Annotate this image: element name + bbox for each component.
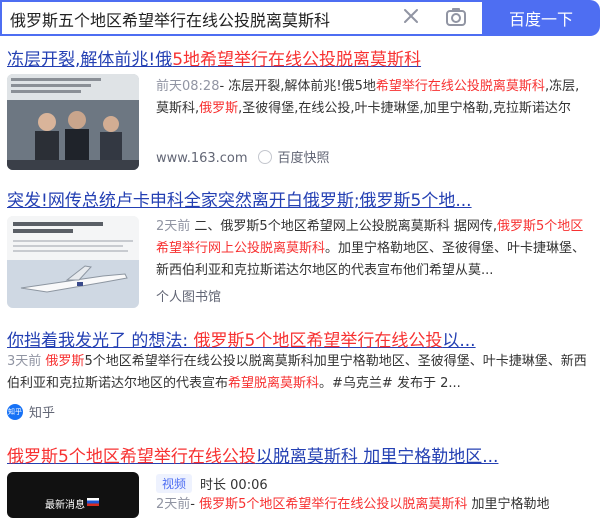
result-1-snippet: 前天08:28- 冻层开裂,解体前兆!俄5地希望举行在线公投脱离莫斯科,冻层,莫… — [156, 76, 592, 120]
result-2-snippet: 2天前 二、俄罗斯5个地区希望网上公投脱离莫斯科 据网传,俄罗斯5个地区希望举行… — [156, 216, 592, 282]
snippet-text: - — [190, 497, 200, 512]
source-name[interactable]: 知乎 — [29, 402, 55, 421]
snippet-text: - 冻层开裂,解体前兆!俄5地 — [219, 79, 376, 94]
clear-icon[interactable] — [400, 5, 422, 27]
result-4-title-text[interactable]: 以脱离莫斯科 — [256, 447, 358, 467]
result-1-title-text[interactable]: 冻层开裂,解体前兆!俄 — [7, 50, 172, 70]
russia-flag-icon — [87, 498, 99, 506]
result-1-title-highlight[interactable]: 希望举行在线公投脱离莫斯科 — [200, 50, 421, 70]
result-3-title[interactable]: 你挡着我发光了 的想法: 俄罗斯5个地区希望举行在线公投以... — [7, 326, 597, 351]
result-1-title[interactable]: 冻层开裂,解体前兆!俄5地希望举行在线公投脱离莫斯科 — [7, 45, 597, 70]
result-1-thumbnail[interactable] — [7, 74, 139, 170]
result-3-source[interactable]: 知乎 知乎 — [7, 402, 55, 421]
result-3-snippet: 3天前 俄罗斯5个地区希望举行在线公投以脱离莫斯科加里宁格勒地区、圣彼得堡、叶卡… — [7, 351, 592, 395]
search-button[interactable]: 百度一下 — [482, 0, 600, 36]
source-domain[interactable]: www.163.com — [156, 151, 248, 166]
video-duration: 时长 00:06 — [200, 478, 268, 493]
result-4-title-highlight[interactable]: 俄罗斯5个地区希望举行在线公投 — [7, 447, 256, 467]
snippet-highlight: 希望脱离莫斯科 — [228, 376, 320, 391]
snippet-text: ,圣彼得堡,在线公投,叶卡捷琳堡,加里宁格勒,克拉斯诺达尔 — [238, 101, 571, 116]
result-2-source[interactable]: 个人图书馆 — [156, 286, 221, 305]
result-3-title-text[interactable]: 以... — [442, 331, 475, 351]
airplane-article-image — [7, 216, 139, 308]
result-2-thumbnail[interactable] — [7, 216, 139, 308]
result-4-video-meta: 视频 时长 00:06 — [156, 474, 268, 493]
result-4-date: 2天前 — [156, 497, 191, 512]
video-badge: 视频 — [156, 474, 193, 493]
snippet-highlight: 希望举行在线公投脱离莫斯科 — [375, 79, 545, 94]
result-4-snippet: 2天前- 俄罗斯5个地区希望举行在线公投以脱离莫斯科 加里宁格勒地 — [156, 494, 592, 516]
result-4-video-thumbnail[interactable]: 最新消息 — [7, 472, 139, 518]
snippet-text: 二、俄罗斯5个地区希望网上公投脱离莫斯科 据网传, — [194, 219, 497, 234]
result-2-date: 2天前 — [156, 219, 191, 234]
result-4-title[interactable]: 俄罗斯5个地区希望举行在线公投以脱离莫斯科 加里宁格勒地区... — [7, 442, 597, 467]
snapshot-icon — [257, 150, 272, 164]
snippet-highlight: 俄罗斯 — [45, 354, 85, 369]
result-3-date: 3天前 — [7, 354, 42, 369]
camera-icon[interactable] — [444, 5, 468, 29]
thumb-caption: 最新消息 — [45, 500, 85, 511]
snippet-text: 。#乌克兰# 发布于 2... — [319, 376, 461, 391]
result-3-title-highlight[interactable]: 俄罗斯5个地区希望举行在线公投 — [194, 331, 443, 351]
result-1-title-highlight[interactable]: 5地 — [172, 50, 200, 70]
result-1-source: www.163.com 百度快照 — [156, 147, 330, 166]
zhihu-icon: 知乎 — [7, 403, 23, 420]
result-4-title-text[interactable]: 加里宁格勒地区... — [358, 447, 498, 467]
search-bar: 俄罗斯五个地区希望举行在线公投脱离莫斯科 百度一下 — [0, 0, 600, 38]
result-3-title-text[interactable]: 你挡着我发光了 的想法: — [7, 331, 194, 351]
snippet-highlight: 俄罗斯5个地区希望举行在线公投以脱离莫斯科 — [199, 497, 468, 512]
result-2-title[interactable]: 突发!网传总统卢卡申科全家突然离开白俄罗斯;俄罗斯5个地... — [7, 186, 597, 211]
snapshot-link[interactable]: 百度快照 — [278, 151, 330, 166]
snippet-highlight: 俄罗斯 — [199, 101, 239, 116]
result-1-date: 前天08:28 — [156, 79, 220, 94]
snippet-text: 加里宁格勒地 — [467, 497, 550, 512]
search-input[interactable]: 俄罗斯五个地区希望举行在线公投脱离莫斯科 — [10, 7, 330, 31]
news-photo-image — [7, 74, 139, 170]
